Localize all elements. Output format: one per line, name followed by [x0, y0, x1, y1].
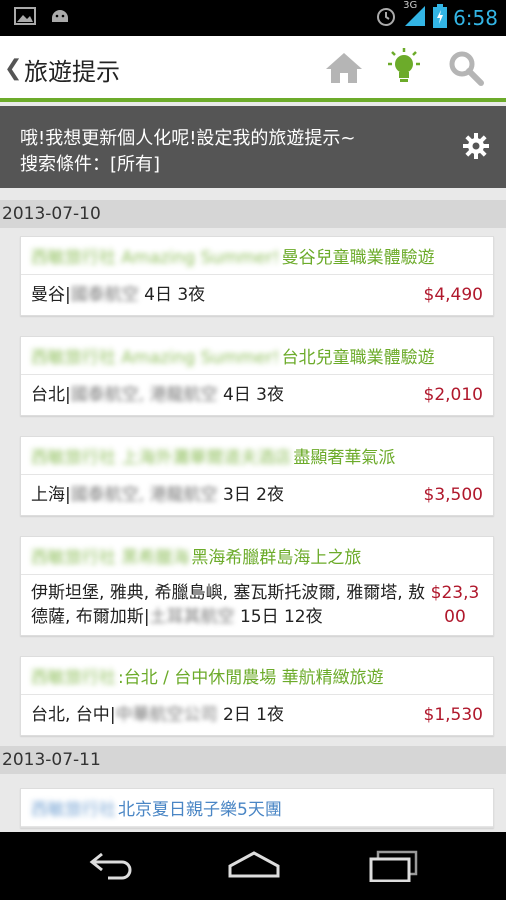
tour-title: 盡顯奢華氣派	[293, 448, 396, 468]
home-icon[interactable]	[322, 48, 366, 88]
destination: 台北	[31, 385, 65, 405]
airline-blurred: 國泰航空	[70, 285, 139, 305]
airline-blurred: 國泰航空, 港龍航空	[70, 485, 218, 505]
price: $3,500	[423, 485, 483, 505]
agency-name-blurred: 西敏旅行社 上海外灘華爾道夫酒店	[31, 448, 292, 468]
clock: 6:58	[453, 6, 498, 30]
back-icon[interactable]	[88, 850, 136, 884]
banner-message: 哦!我想更新個人化呢!設定我的旅遊提示~	[20, 128, 356, 149]
list-item[interactable]: 西敏旅行社 黑希臘海 黑海希臘群島海上之旅 伊斯坦堡, 雅典, 希臘島嶼, 塞瓦…	[20, 536, 494, 636]
list-item[interactable]: 西敏旅行社 Amazing Summer! 台北兒童職業體驗遊 台北|國泰航空, …	[20, 336, 494, 416]
destination: 曼谷	[31, 285, 65, 305]
price: $23,300	[430, 583, 480, 627]
tour-title: 北京夏日親子樂5天團	[118, 800, 282, 820]
recent-apps-icon[interactable]	[368, 850, 420, 886]
image-icon	[14, 6, 36, 30]
agency-name-blurred: 西敏旅行社 Amazing Summer!	[31, 348, 280, 368]
back-chevron-icon[interactable]: ❮	[4, 56, 22, 81]
home-nav-icon[interactable]	[226, 850, 282, 884]
airline-blurred: 土耳其航空	[149, 607, 235, 627]
signal-icon: 3G	[403, 0, 427, 32]
list-item[interactable]: 西敏旅行社:台北 / 台中休閒農場 華航精緻旅遊 台北, 台中|中華航空公司 2…	[20, 656, 494, 736]
destination: 上海	[31, 485, 65, 505]
agency-name-blurred: 西敏旅行社	[31, 800, 116, 820]
price: $1,530	[423, 705, 483, 725]
list-item[interactable]: 西敏旅行社 Amazing Summer! 曼谷兒童職業體驗遊 曼谷|國泰航空 4…	[20, 236, 494, 316]
navigation-bar	[0, 832, 506, 900]
agency-name-blurred: 西敏旅行社	[31, 668, 116, 688]
duration: 4日 3夜	[144, 285, 206, 305]
status-bar: 3G 6:58	[0, 0, 506, 36]
search-criteria: 搜索條件：[所有]	[20, 154, 161, 175]
android-icon	[48, 6, 72, 30]
airline-blurred: 中華航空公司	[115, 705, 218, 725]
agency-name-blurred: 西敏旅行社 Amazing Summer!	[31, 248, 280, 268]
duration: 3日 2夜	[222, 485, 284, 505]
price: $2,010	[423, 385, 483, 405]
battery-icon	[433, 4, 448, 32]
tour-title: :台北 / 台中休閒農場 華航精緻旅遊	[118, 668, 384, 688]
list-item[interactable]: 西敏旅行社 上海外灘華爾道夫酒店 盡顯奢華氣派 上海|國泰航空, 港龍航空 3日 …	[20, 436, 494, 516]
lightbulb-icon[interactable]	[382, 48, 426, 88]
destination: 台北, 台中	[31, 705, 110, 725]
list-item[interactable]: 西敏旅行社 北京夏日親子樂5天團	[20, 788, 494, 828]
search-icon[interactable]	[444, 48, 488, 88]
duration: 2日 1夜	[222, 705, 284, 725]
gear-icon[interactable]	[462, 132, 490, 164]
travel-alert-list[interactable]: 2013-07-10 西敏旅行社 Amazing Summer! 曼谷兒童職業體驗…	[0, 200, 506, 832]
alert-settings-banner[interactable]: 哦!我想更新個人化呢!設定我的旅遊提示~ 搜索條件：[所有]	[0, 106, 506, 188]
date-header: 2013-07-11	[0, 746, 506, 774]
airline-blurred: 國泰航空, 港龍航空	[70, 385, 218, 405]
date-header: 2013-07-10	[0, 200, 506, 228]
alarm-icon	[375, 5, 397, 31]
page-title[interactable]: 旅遊提示	[24, 52, 120, 87]
tour-title: 曼谷兒童職業體驗遊	[281, 248, 435, 268]
action-bar: ❮ 旅遊提示	[0, 36, 506, 102]
tour-title: 黑海希臘群島海上之旅	[191, 548, 362, 568]
agency-name-blurred: 西敏旅行社 黑希臘海	[31, 548, 190, 568]
duration: 4日 3夜	[222, 385, 284, 405]
duration: 15日 12夜	[239, 607, 323, 627]
price: $4,490	[423, 285, 483, 305]
tour-title: 台北兒童職業體驗遊	[281, 348, 435, 368]
